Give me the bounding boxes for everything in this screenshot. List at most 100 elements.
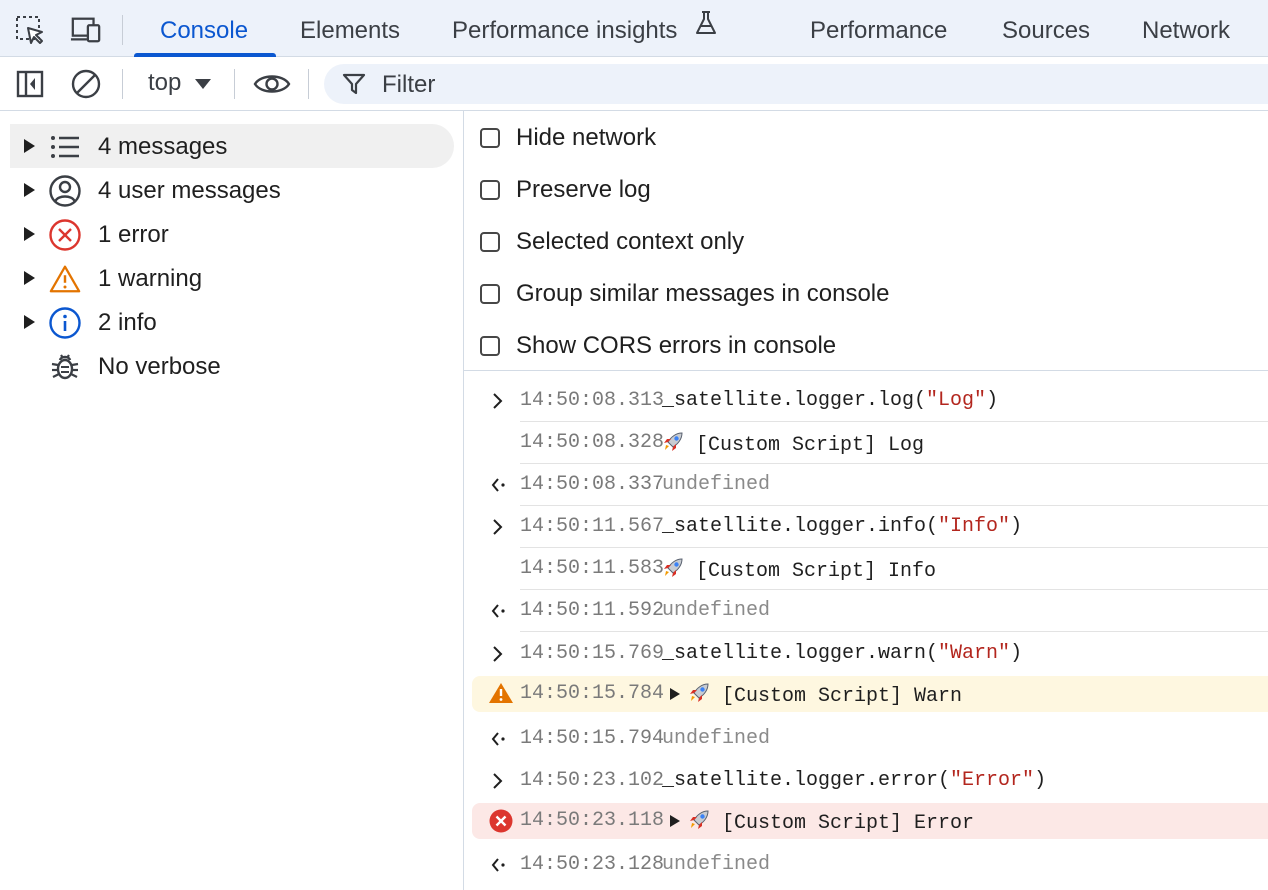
sidebar-item-verbose[interactable]: No verbose xyxy=(10,344,454,388)
hide-network-setting[interactable]: Hide network xyxy=(480,118,656,158)
tab-elements[interactable]: Elements xyxy=(300,0,400,57)
device-toolbar-icon[interactable] xyxy=(70,14,102,46)
timestamp: 14:50:15.769 xyxy=(520,642,665,665)
code-text: ) xyxy=(1010,642,1023,665)
group-similar-checkbox[interactable] xyxy=(480,284,500,304)
show-cors-setting[interactable]: Show CORS errors in console xyxy=(480,326,836,366)
sidebar-item-label: 2 info xyxy=(98,309,157,336)
group-similar-setting[interactable]: Group similar messages in console xyxy=(480,274,890,314)
console-sidebar: 4 messages 4 user messages 1 error 1 war… xyxy=(0,111,463,890)
string-literal: "Error" xyxy=(950,769,1035,792)
expand-triangle-icon[interactable] xyxy=(24,183,35,197)
show-cors-checkbox[interactable] xyxy=(480,336,500,356)
expand-triangle-icon[interactable] xyxy=(24,139,35,153)
expand-triangle-icon[interactable] xyxy=(670,688,680,700)
code-text: _satellite.logger.log( xyxy=(662,389,927,412)
timestamp: 14:50:23.118 xyxy=(520,809,665,832)
console-input-row[interactable]: 14:50:15.769 _satellite.logger.warn("War… xyxy=(464,633,1268,675)
filter-bar xyxy=(324,64,1268,104)
toggle-sidebar-icon[interactable] xyxy=(14,68,46,100)
warning-icon xyxy=(48,262,82,296)
console-error-row[interactable]: 14:50:23.118 [Custom Script] Error xyxy=(472,803,1268,839)
console-output-row[interactable]: 14:50:08.328 [Custom Script] Log xyxy=(464,422,1268,464)
hide-network-checkbox[interactable] xyxy=(480,128,500,148)
string-literal: "Info" xyxy=(938,515,1011,538)
preserve-log-setting[interactable]: Preserve log xyxy=(480,170,651,210)
toolbar-divider xyxy=(234,69,235,99)
console-result-row[interactable]: 14:50:11.592 undefined xyxy=(464,590,1268,632)
console-output-text: [Custom Script] Info xyxy=(662,557,936,586)
string-literal: "Warn" xyxy=(938,642,1011,665)
experimental-flask-icon xyxy=(694,0,718,59)
expand-triangle-icon[interactable] xyxy=(670,815,680,827)
console-input-row[interactable]: 14:50:08.313 _satellite.logger.log("Log"… xyxy=(464,380,1268,422)
preserve-log-label: Preserve log xyxy=(516,176,651,203)
console-output-text: [Custom Script] Log xyxy=(662,431,924,460)
clear-console-icon[interactable] xyxy=(70,68,102,100)
timestamp: 14:50:11.592 xyxy=(520,599,665,622)
sidebar-item-warnings[interactable]: 1 warning xyxy=(10,256,454,300)
filter-input[interactable] xyxy=(380,68,1184,102)
sidebar-item-label: 1 warning xyxy=(98,265,203,292)
sidebar-item-errors[interactable]: 1 error xyxy=(10,212,454,256)
console-toolbar: top xyxy=(0,57,1268,111)
console-result-row[interactable]: 14:50:15.794 undefined xyxy=(464,718,1268,760)
timestamp: 14:50:08.328 xyxy=(520,431,665,454)
info-icon xyxy=(48,306,82,340)
tab-console[interactable]: Console xyxy=(160,0,248,57)
selected-context-setting[interactable]: Selected context only xyxy=(480,222,744,262)
selected-context-label: Selected context only xyxy=(516,228,745,255)
devtools-tab-bar: Console Elements Performance insights Pe… xyxy=(0,0,1268,57)
timestamp: 14:50:11.567 xyxy=(520,515,665,538)
timestamp: 14:50:08.337 xyxy=(520,473,665,496)
filter-icon xyxy=(342,73,366,100)
console-input-text: _satellite.logger.warn("Warn") xyxy=(662,642,1022,665)
result-value: undefined xyxy=(662,473,771,496)
sidebar-item-label: No verbose xyxy=(98,353,221,380)
timestamp: 14:50:23.128 xyxy=(520,853,665,876)
tab-performance-insights[interactable]: Performance insights xyxy=(452,0,718,57)
message-text: [Custom Script] Error xyxy=(722,812,975,835)
result-arrow-icon xyxy=(490,602,506,627)
sidebar-item-user-messages[interactable]: 4 user messages xyxy=(10,168,454,212)
console-output-row[interactable]: 14:50:11.583 [Custom Script] Info xyxy=(464,548,1268,590)
console-input-row[interactable]: 14:50:23.102 _satellite.logger.error("Er… xyxy=(464,760,1268,802)
toolbar-divider xyxy=(308,69,309,99)
live-expression-eye-icon[interactable] xyxy=(252,68,292,100)
result-arrow-icon xyxy=(490,730,506,755)
preserve-log-checkbox[interactable] xyxy=(480,180,500,200)
tab-performance[interactable]: Performance xyxy=(810,0,947,57)
tab-sources[interactable]: Sources xyxy=(1002,0,1090,57)
rocket-icon xyxy=(688,682,712,711)
input-chevron-icon xyxy=(492,645,504,670)
message-text: [Custom Script] Warn xyxy=(722,685,963,708)
sidebar-item-info[interactable]: 2 info xyxy=(10,300,454,344)
error-icon xyxy=(488,808,514,841)
console-warning-row[interactable]: 14:50:15.784 [Custom Script] Warn xyxy=(472,676,1268,712)
result-value: undefined xyxy=(662,727,771,750)
code-text: _satellite.logger.warn( xyxy=(662,642,939,665)
error-message-text: [Custom Script] Error xyxy=(688,809,974,838)
console-input-text: _satellite.logger.log("Log") xyxy=(662,389,998,412)
result-arrow-icon xyxy=(490,476,506,501)
console-result-row[interactable]: 14:50:23.128 undefined xyxy=(464,844,1268,886)
string-literal: "Log" xyxy=(926,389,987,412)
timestamp: 14:50:15.784 xyxy=(520,682,665,705)
selected-context-checkbox[interactable] xyxy=(480,232,500,252)
sidebar-item-messages[interactable]: 4 messages xyxy=(10,124,454,168)
expand-triangle-icon[interactable] xyxy=(24,227,35,241)
expand-triangle-icon[interactable] xyxy=(24,271,35,285)
dropdown-arrow-icon xyxy=(195,79,211,89)
tab-network[interactable]: Network xyxy=(1142,0,1230,57)
timestamp: 14:50:23.102 xyxy=(520,769,665,792)
sidebar-item-label: 1 error xyxy=(98,221,169,248)
toolbar-divider xyxy=(122,69,123,99)
context-selector-value: top xyxy=(148,69,182,96)
timestamp: 14:50:11.583 xyxy=(520,557,665,580)
message-text: [Custom Script] Info xyxy=(696,560,937,583)
console-input-row[interactable]: 14:50:11.567 _satellite.logger.info("Inf… xyxy=(464,506,1268,548)
console-result-row[interactable]: 14:50:08.337 undefined xyxy=(464,464,1268,506)
hide-network-label: Hide network xyxy=(516,124,657,151)
expand-triangle-icon[interactable] xyxy=(24,315,35,329)
inspect-element-icon[interactable] xyxy=(14,14,46,46)
